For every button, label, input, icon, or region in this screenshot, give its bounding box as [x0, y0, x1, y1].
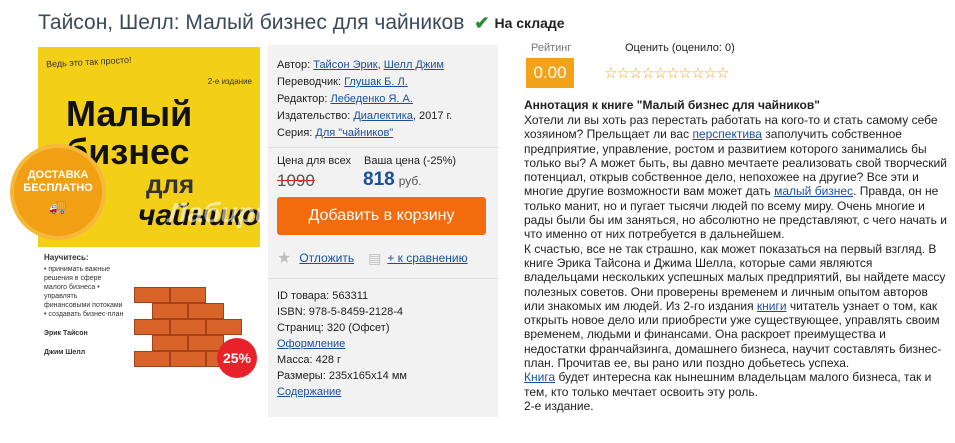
currency: руб. [398, 174, 422, 188]
brick [170, 351, 206, 367]
editor-link[interactable]: Лебеденко Я. А. [330, 93, 412, 105]
page-title: Тайсон, Шелл: Малый бизнес для чайников [38, 11, 465, 34]
cover-learn-text: • принимать важные решения в сфере малог… [44, 266, 124, 318]
secondary-actions: ★ Отложить ▤ + к сравнению [277, 248, 468, 268]
series-label: Серия: [277, 127, 313, 139]
annotation-paragraph: 2-е издание. [524, 398, 594, 413]
rating-value: 0.00 [526, 58, 574, 88]
publish-year: , 2017 г. [412, 110, 453, 122]
design-link[interactable]: Оформление [277, 338, 345, 350]
truck-icon: 🚚 [49, 198, 67, 214]
product-info-panel: Автор: Тайсон Эрик, Шелл Джим Переводчик… [268, 45, 498, 417]
brick [170, 287, 206, 303]
cover-for-word: для [146, 169, 195, 199]
stock-status: ✔ На складе [474, 13, 564, 34]
product-details: ID товара: 563311 ISBN: 978-5-8459-2128-… [277, 288, 407, 400]
series-link[interactable]: Для "чайников" [315, 127, 393, 139]
new-price: 818 руб. [363, 169, 422, 191]
title-row: Тайсон, Шелл: Малый бизнес для чайников … [38, 8, 565, 38]
author-link-1[interactable]: Тайсон Эрик [313, 59, 377, 71]
star-icon: ★ [277, 250, 292, 267]
old-price: 1090 [277, 171, 315, 190]
product-weight: Масса: 428 г [277, 354, 342, 366]
compare-link[interactable]: + к сравнению [387, 251, 467, 265]
discount-badge: 25% [217, 338, 257, 378]
divider [268, 147, 498, 148]
postpone-link[interactable]: Отложить [299, 251, 354, 265]
annotation-paragraph: Хотели ли вы хоть раз перестать работать… [524, 113, 949, 242]
annotation-paragraph: Книга будет интересна как нынешним владе… [524, 370, 949, 399]
brick [188, 303, 224, 319]
cover-watermark: Лабиринт.ру [168, 197, 260, 228]
brick [206, 319, 242, 335]
brick [152, 303, 188, 319]
small-business-link[interactable]: малый бизнес [774, 184, 853, 198]
product-size: Размеры: 235x165x14 мм [277, 370, 407, 382]
author-link-2[interactable]: Шелл Джим [384, 59, 444, 71]
brick [152, 335, 188, 351]
cover-edition: 2-е издание [207, 77, 252, 86]
editor-label: Редактор: [277, 93, 328, 105]
checkmark-icon: ✔ [474, 12, 490, 33]
brick [134, 351, 170, 367]
publisher-label: Издательство: [277, 110, 351, 122]
annotation-text-part: будет интересна как нынешним владельцам … [524, 370, 932, 399]
cover-title-line1: Малый [66, 93, 193, 134]
product-pages: Страниц: 320 (Офсет) [277, 322, 390, 334]
price-your-label: Ваша цена (-25%) [364, 155, 457, 167]
brick [134, 319, 170, 335]
publisher-link[interactable]: Диалектика [353, 110, 413, 122]
cover-learn-heading: Научитесь: [44, 253, 89, 262]
product-id: ID товара: 563311 [277, 290, 369, 302]
price-labels: Цена для всех Ваша цена (-25%) [277, 155, 456, 167]
author-label: Автор: [277, 59, 311, 71]
cover-author2: Джим Шелл [44, 349, 86, 356]
rate-label: Оценить (оценило: 0) [625, 42, 735, 54]
translator-label: Переводчик: [277, 76, 342, 88]
cover-author1: Эрик Тайсон [44, 330, 88, 337]
new-price-value: 818 [363, 169, 395, 190]
annotation-title: Аннотация к книге "Малый бизнес для чайн… [524, 98, 820, 112]
delivery-line2: БЕСПЛАТНО [23, 182, 93, 194]
brick [134, 287, 170, 303]
annotation-paragraph: К счастью, все не так страшно, как может… [524, 242, 949, 371]
rating-stars[interactable]: ☆☆☆☆☆☆☆☆☆☆ [604, 64, 729, 82]
product-isbn: ISBN: 978-5-8459-2128-4 [277, 306, 403, 318]
delivery-line1: ДОСТАВКА [27, 169, 89, 181]
cover-tagline: Ведь это так просто! [45, 54, 132, 70]
perspective-link[interactable]: перспектива [692, 127, 762, 141]
book-link[interactable]: книги [757, 299, 787, 313]
free-delivery-badge: ДОСТАВКА БЕСПЛАТНО 🚚 [14, 148, 102, 236]
stock-label: На складе [494, 15, 565, 31]
rating-label: Рейтинг [531, 42, 572, 54]
cover-learn-box: Научитесь: • принимать важные решения в … [44, 253, 124, 357]
book-link-2[interactable]: Книга [524, 370, 555, 384]
compare-icon: ▤ [368, 249, 382, 266]
contents-link[interactable]: Содержание [277, 386, 341, 398]
divider [268, 278, 498, 279]
product-meta: Автор: Тайсон Эрик, Шелл Джим Переводчик… [277, 59, 453, 139]
translator-link[interactable]: Глушак Б. Л. [344, 76, 408, 88]
annotation-text: Хотели ли вы хоть раз перестать работать… [524, 113, 949, 413]
price-all-label: Цена для всех [277, 155, 351, 167]
add-to-cart-button[interactable]: Добавить в корзину [277, 197, 486, 235]
brick [170, 319, 206, 335]
